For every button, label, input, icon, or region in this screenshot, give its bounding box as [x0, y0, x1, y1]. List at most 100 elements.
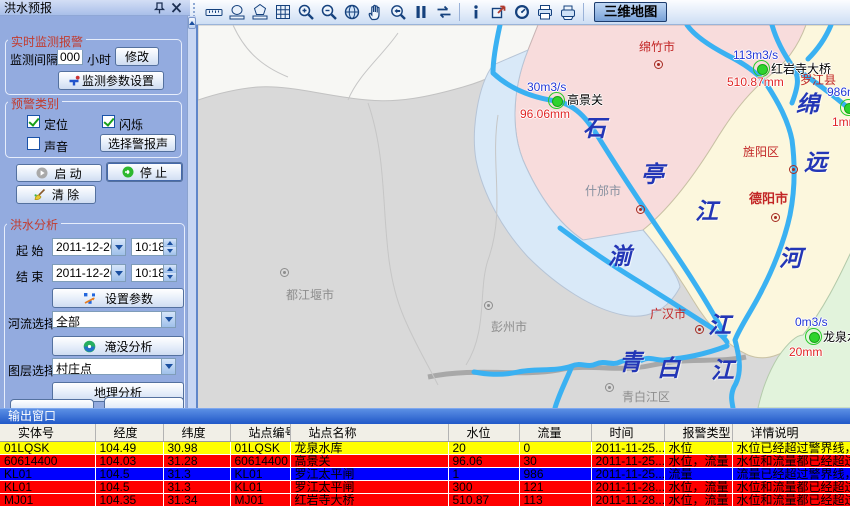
table-row[interactable]: 60614400104.0331.2860614400高景关96.0630201… — [0, 455, 850, 468]
table-row[interactable]: KL01104.531.3KL01罗江太平闸19862011-11-25...流… — [0, 468, 850, 481]
river-select-label: 河流选择 — [8, 315, 56, 332]
output-panel-titlebar: 输出窗口 — [0, 408, 850, 424]
print-icon[interactable] — [534, 2, 555, 23]
city-label: 什邡市 — [585, 182, 621, 199]
city-label: 旌阳区 — [743, 143, 779, 160]
monitor-params-button[interactable]: 监测参数设置 — [58, 71, 164, 90]
measure-area-icon[interactable] — [249, 2, 270, 23]
map-3d-button[interactable]: 三维地图 — [594, 2, 667, 22]
column-header[interactable]: 报警类型 — [664, 424, 732, 442]
scroll-up-icon[interactable] — [188, 17, 196, 29]
partial-button-right[interactable] — [104, 397, 184, 408]
sound-checkbox[interactable] — [27, 137, 40, 150]
modify-button[interactable]: 修改 — [115, 47, 159, 66]
stop-button[interactable]: 停 止 — [106, 162, 183, 182]
table-cell: 986 — [519, 468, 591, 481]
locate-label: 定位 — [44, 116, 68, 133]
station-marker[interactable] — [805, 328, 822, 345]
globe-icon[interactable] — [341, 2, 362, 23]
table-cell: 60614400 — [0, 455, 95, 468]
table-cell: 水位，流量 — [664, 455, 732, 468]
start-date-combo[interactable]: 2011-12-26 — [52, 238, 126, 256]
pin-icon[interactable] — [153, 2, 166, 14]
partial-button-left[interactable] — [10, 399, 94, 408]
city-marker — [771, 213, 780, 222]
city-marker — [636, 205, 645, 214]
table-cell: 2011-11-25... — [591, 468, 664, 481]
zoom-out-icon[interactable] — [318, 2, 339, 23]
info-icon[interactable] — [465, 2, 486, 23]
start-time-label: 起 始 — [16, 242, 43, 259]
export-icon[interactable] — [488, 2, 509, 23]
zoom-previous-icon[interactable] — [387, 2, 408, 23]
table-cell: 30 — [519, 455, 591, 468]
chevron-down-icon[interactable] — [161, 312, 175, 327]
spin-up-icon[interactable] — [164, 265, 176, 273]
station-marker[interactable] — [840, 99, 850, 116]
river-name-label: 远 — [804, 143, 827, 177]
start-button[interactable]: 启 动 — [16, 164, 102, 182]
ruler-icon[interactable] — [203, 2, 224, 23]
valve-icon — [68, 75, 80, 87]
end-time-spinner[interactable]: 10:18 — [131, 264, 177, 282]
pan-hand-icon[interactable] — [364, 2, 385, 23]
column-header[interactable]: 详情说明 — [732, 424, 850, 442]
table-row[interactable]: MJ01104.3531.34MJ01红岩寺大桥510.871132011-11… — [0, 494, 850, 507]
pause-icon[interactable] — [410, 2, 431, 23]
column-header[interactable]: 纬度 — [163, 424, 230, 442]
map-viewport[interactable]: 绵竹市罗江县旌阳区德阳市什邡市广汉市都江堰市彭州市青白江区石亭江绵远河湔江青白江… — [196, 25, 850, 408]
river-name-label: 石 — [583, 109, 606, 143]
table-row[interactable]: KL01104.531.3KL01罗江太平闸3001212011-11-28..… — [0, 481, 850, 494]
station-alert-table: 实体号经度纬度站点编号站点名称水位流量时间报警类型详情说明 01LQSK104.… — [0, 424, 850, 507]
table-cell: 罗江太平闸 — [290, 481, 448, 494]
station-name-label: 龙泉水库 — [823, 328, 850, 345]
chevron-down-icon[interactable] — [111, 239, 125, 255]
column-header[interactable]: 站点名称 — [290, 424, 448, 442]
table-row[interactable]: 01LQSK104.4930.9801LQSK龙泉水库2002011-11-25… — [0, 442, 850, 455]
river-name-label: 江 — [708, 306, 731, 340]
measure-distance-icon[interactable] — [226, 2, 247, 23]
table-cell: 510.87 — [448, 494, 519, 507]
grid-icon[interactable] — [272, 2, 293, 23]
city-marker — [695, 325, 704, 334]
chevron-down-icon[interactable] — [161, 359, 175, 374]
column-header[interactable]: 流量 — [519, 424, 591, 442]
zoom-in-icon[interactable] — [295, 2, 316, 23]
column-header[interactable]: 水位 — [448, 424, 519, 442]
chevron-down-icon[interactable] — [111, 265, 125, 281]
table-cell: MJ01 — [0, 494, 95, 507]
spin-up-icon[interactable] — [164, 239, 176, 247]
gauge-icon[interactable] — [511, 2, 532, 23]
table-cell: 300 — [448, 481, 519, 494]
end-date-combo[interactable]: 2011-12-26 — [52, 264, 126, 282]
interval-input[interactable] — [57, 48, 83, 65]
sidebar-scrollbar[interactable] — [187, 16, 196, 408]
choose-sound-button[interactable]: 选择警报声 — [100, 134, 176, 152]
table-cell: 水位 — [664, 442, 732, 455]
locate-checkbox[interactable] — [27, 115, 40, 128]
city-label: 绵竹市 — [639, 38, 675, 55]
spin-down-icon[interactable] — [164, 273, 176, 281]
river-select-combo[interactable]: 全部 — [52, 311, 176, 328]
table-cell: 2011-11-28... — [591, 481, 664, 494]
table-cell: 30.98 — [163, 442, 230, 455]
layer-select-combo[interactable]: 村庄点 — [52, 358, 176, 375]
column-header[interactable]: 时间 — [591, 424, 664, 442]
river-name-label: 江 — [711, 351, 734, 385]
column-header[interactable]: 实体号 — [0, 424, 95, 442]
table-cell: 流量已经超过警界线，请及... — [732, 468, 850, 481]
start-time-spinner[interactable]: 10:18 — [131, 238, 177, 256]
refresh-icon[interactable] — [433, 2, 454, 23]
clear-button[interactable]: 清 除 — [16, 185, 96, 204]
column-header[interactable]: 站点编号 — [230, 424, 290, 442]
flash-checkbox[interactable] — [102, 115, 115, 128]
monitor-group-title: 实时监测报警 — [8, 33, 86, 50]
column-header[interactable]: 经度 — [95, 424, 163, 442]
submerge-analysis-button[interactable]: 淹没分析 — [52, 336, 184, 356]
spin-down-icon[interactable] — [164, 247, 176, 255]
table-cell: 高景关 — [290, 455, 448, 468]
close-icon[interactable] — [170, 2, 183, 14]
table-cell: 红岩寺大桥 — [290, 494, 448, 507]
print-alt-icon[interactable] — [557, 2, 578, 23]
set-params-button[interactable]: 设置参数 — [52, 288, 184, 308]
